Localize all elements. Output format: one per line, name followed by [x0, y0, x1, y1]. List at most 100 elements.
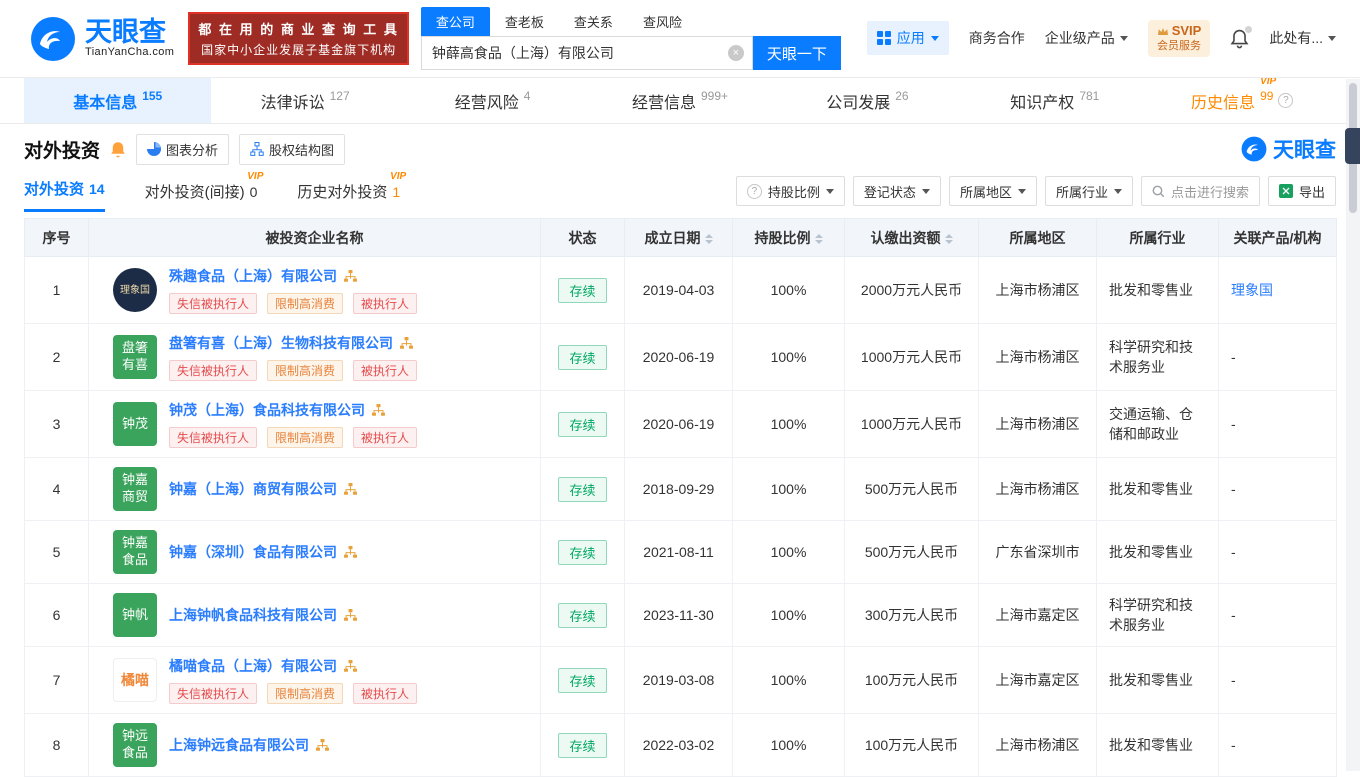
sort-icon[interactable] — [944, 233, 953, 244]
company-cell: 钟茂 钟茂（上海）食品科技有限公司 失信被执行人 限制高消费 被执行人 — [88, 390, 541, 458]
risk-tag[interactable]: 失信被执行人 — [169, 293, 258, 314]
main-tab[interactable]: 法律诉讼 127 — [211, 78, 398, 123]
company-link[interactable]: 橘喵食品（上海）有限公司 — [169, 656, 337, 676]
main-tab[interactable]: 基本信息 155 — [24, 78, 212, 123]
export-button[interactable]: 导出 — [1267, 176, 1336, 206]
nav-business-label: 商务合作 — [968, 30, 1025, 47]
company-name-line: 上海钟帆食品科技有限公司 — [169, 605, 358, 625]
vip-badge: VIP — [390, 171, 407, 182]
search-tab[interactable]: 查关系 — [559, 7, 628, 36]
nav-enterprise-products[interactable]: 企业级产品 — [1045, 28, 1128, 48]
search-tab[interactable]: 查风险 — [628, 7, 697, 36]
equity-penetration-icon[interactable] — [315, 738, 330, 752]
company-link[interactable]: 上海钟远食品有限公司 — [169, 735, 309, 755]
filter-bar: ? 持股比例 登记状态 所属地区 所属行业 点击进行搜索 导出 — [735, 176, 1336, 212]
column-header-label: 关联产品/机构 — [1233, 229, 1322, 246]
related-product: - — [1218, 713, 1337, 777]
risk-tag[interactable]: 限制高消费 — [267, 683, 344, 704]
company-logo: 橘喵 — [113, 658, 157, 702]
region: 上海市杨浦区 — [978, 457, 1097, 521]
table-row: 1 理象国 殊趣食品（上海）有限公司 失信被执行人 限制高消费 被执行人 存续 2019-04… — [24, 256, 1337, 324]
main-tab[interactable]: 公司发展 26 — [774, 78, 961, 123]
risk-tag[interactable]: 限制高消费 — [267, 293, 344, 314]
svip-sublabel: 会员服务 — [1157, 40, 1202, 53]
established-date: 2021-08-11 — [624, 520, 733, 584]
equity-penetration-icon[interactable] — [343, 269, 358, 283]
risk-tag[interactable]: 失信被执行人 — [169, 360, 258, 381]
equity-penetration-icon[interactable] — [399, 336, 414, 350]
equity-penetration-icon[interactable] — [343, 482, 358, 496]
tab-count-wrap: 127 — [330, 87, 350, 105]
main-tab[interactable]: 经营风险 4 — [399, 78, 586, 123]
status-cell: 存续 — [540, 646, 625, 714]
risk-tag[interactable]: 被执行人 — [353, 360, 418, 381]
table-search-button[interactable]: 点击进行搜索 — [1140, 176, 1260, 206]
search-tab[interactable]: 查老板 — [490, 7, 559, 36]
search-input[interactable] — [420, 36, 753, 70]
clear-icon[interactable]: × — [727, 45, 744, 61]
monitor-bell-icon[interactable] — [110, 141, 126, 158]
related-product: - — [1218, 390, 1337, 458]
company-link[interactable]: 钟嘉（深圳）食品有限公司 — [169, 542, 337, 562]
table-row: 5 钟嘉 食品 钟嘉（深圳）食品有限公司 存续 2021-08-11 100% 500万元人民… — [24, 520, 1337, 584]
risk-tag[interactable]: 失信被执行人 — [169, 427, 258, 448]
tab-count-wrap: 26 — [895, 87, 908, 105]
region: 上海市杨浦区 — [978, 390, 1097, 458]
related-product-link[interactable]: 理象国 — [1231, 282, 1273, 298]
chart-analysis-button[interactable]: 图表分析 — [136, 133, 230, 165]
tab-count: 4 — [523, 88, 531, 103]
shareholding-ratio: 100% — [732, 583, 845, 647]
logo-title: 天眼查 — [85, 16, 166, 47]
company-link[interactable]: 上海钟帆食品科技有限公司 — [169, 605, 337, 625]
equity-penetration-icon[interactable] — [343, 608, 358, 622]
industry: 科学研究和技术服务业 — [1096, 323, 1219, 391]
risk-tag[interactable]: 限制高消费 — [267, 427, 344, 448]
risk-tags: 失信被执行人 限制高消费 被执行人 — [169, 427, 418, 448]
filter-dropdown[interactable]: ? 持股比例 — [735, 176, 845, 206]
sub-tab[interactable]: 对外投资 14 — [24, 178, 105, 212]
filter-dropdown[interactable]: 所属行业 — [1044, 176, 1133, 206]
risk-tag[interactable]: 失信被执行人 — [169, 683, 258, 704]
company-link[interactable]: 钟茂（上海）食品科技有限公司 — [169, 400, 365, 420]
company-link[interactable]: 盘箸有喜（上海）生物科技有限公司 — [169, 333, 393, 353]
equity-structure-label: 股权结构图 — [269, 142, 335, 158]
equity-penetration-icon[interactable] — [371, 403, 386, 417]
notification-bell-icon[interactable] — [1230, 25, 1253, 49]
main-tab[interactable]: 历史信息 VIP 99? — [1149, 76, 1336, 123]
tianyancha-logo[interactable]: 天眼查 TianYanCha.com — [30, 16, 174, 62]
equity-penetration-icon[interactable] — [343, 659, 358, 673]
side-float-widget[interactable] — [1345, 128, 1360, 164]
column-header[interactable]: 成立日期 — [624, 218, 733, 257]
nav-business-cooperation[interactable]: 商务合作 — [969, 28, 1025, 48]
main-tab[interactable]: 经营信息 999+ — [586, 78, 773, 123]
equity-structure-button[interactable]: 股权结构图 — [239, 133, 346, 165]
sub-tab[interactable]: 历史对外投资 1 VIP — [297, 172, 406, 212]
company-wrap: 理象国 殊趣食品（上海）有限公司 失信被执行人 限制高消费 被执行人 — [95, 266, 534, 314]
sort-icon[interactable] — [814, 233, 823, 244]
risk-tag[interactable]: 限制高消费 — [267, 360, 344, 381]
risk-tag[interactable]: 被执行人 — [353, 293, 418, 314]
company-link[interactable]: 殊趣食品（上海）有限公司 — [169, 266, 337, 286]
search-button[interactable]: 天眼一下 — [752, 36, 841, 70]
established-date: 2020-06-19 — [624, 390, 733, 458]
sub-tab[interactable]: 对外投资(间接) 0 VIP — [145, 172, 264, 212]
brand-watermark: 天眼查 — [1241, 134, 1336, 164]
filter-dropdown[interactable]: 所属地区 — [948, 176, 1037, 206]
filter-dropdown[interactable]: 登记状态 — [852, 176, 941, 206]
user-menu[interactable]: 此处有... — [1269, 28, 1336, 48]
company-cell: 盘箸 有喜 盘箸有喜（上海）生物科技有限公司 失信被执行人 限制高消费 被执行人 — [88, 323, 541, 391]
risk-tag[interactable]: 被执行人 — [353, 683, 418, 704]
svip-membership-badge[interactable]: SVIP 会员服务 — [1147, 20, 1211, 57]
main-tab[interactable]: 知识产权 781 — [961, 78, 1148, 123]
apps-menu[interactable]: 应用 — [866, 21, 949, 56]
column-header-label: 被投资企业名称 — [265, 229, 364, 246]
section-title: 对外投资 — [24, 140, 101, 162]
company-link[interactable]: 钟嘉（上海）商贸有限公司 — [169, 479, 337, 499]
sort-icon[interactable] — [704, 233, 713, 244]
column-header[interactable]: 认缴出资额 — [844, 218, 979, 257]
help-icon: ? — [746, 183, 762, 199]
column-header[interactable]: 持股比例 — [732, 218, 845, 257]
search-tab[interactable]: 查公司 — [420, 7, 490, 36]
risk-tag[interactable]: 被执行人 — [353, 427, 418, 448]
equity-penetration-icon[interactable] — [343, 545, 358, 559]
